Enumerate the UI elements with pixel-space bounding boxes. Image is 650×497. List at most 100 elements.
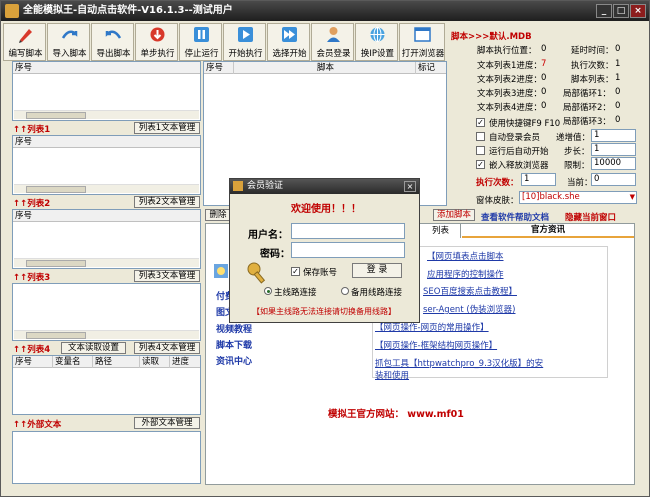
toolbar-label: 导入脚本 <box>52 49 87 59</box>
list0-hscrollbar[interactable] <box>14 110 199 119</box>
link-news-center[interactable]: 资讯中心 <box>216 354 252 367</box>
stat-loop3-value: 0 <box>615 115 621 125</box>
current-label: 当前： <box>567 178 593 188</box>
save-account-checkbox[interactable]: ✓ <box>291 267 300 276</box>
list2-manage-button[interactable]: 列表2文本管理 <box>134 196 200 208</box>
increment-label: 递增值： <box>556 133 591 143</box>
skin-select[interactable]: [10]black.she ▼ <box>519 191 637 204</box>
scroll-thumb[interactable] <box>26 186 86 193</box>
username-input[interactable] <box>291 223 405 239</box>
script-table-header: 序号 脚本 标记 <box>204 62 446 74</box>
col-index: 序号 <box>13 356 53 368</box>
start-button[interactable]: 开始执行 <box>223 23 266 61</box>
main-route-radio[interactable] <box>264 287 272 295</box>
dialog-close-button[interactable]: × <box>404 181 416 192</box>
step-label: 步长： <box>564 147 590 157</box>
login-button[interactable]: 登 录 <box>352 263 402 278</box>
external-text-pane[interactable] <box>12 431 201 484</box>
main-window: 全能模拟王-自动点击软件-V16.1.3--测试用户 _ □ × 编写脚本 导入… <box>0 0 650 497</box>
stop-button[interactable]: 停止运行 <box>179 23 222 61</box>
toolbar-label: 开始执行 <box>228 49 263 59</box>
backup-route-label: 备用线路连接 <box>351 288 403 298</box>
open-browser-button[interactable]: 打开浏览器 <box>399 23 445 61</box>
news-item[interactable]: 应用程序的控制操作 <box>427 268 504 280</box>
link-script-download[interactable]: 脚本下载 <box>216 338 252 351</box>
backup-route-radio[interactable] <box>341 287 349 295</box>
password-input[interactable] <box>291 242 405 258</box>
scroll-thumb[interactable] <box>26 332 86 339</box>
script-col-mark: 标记 <box>418 63 436 73</box>
dialog-title: 会员验证 <box>247 181 284 191</box>
list3-pane[interactable] <box>12 283 201 341</box>
member-login-button[interactable]: 会员登录 <box>311 23 354 61</box>
variable-pane[interactable]: 序号 变量名 路径 读取 进度 <box>12 355 201 415</box>
news-item[interactable]: 抓包工具【httpwatchpro_9.3汉化版】的安装和使用 <box>375 357 545 381</box>
list1-pane[interactable]: 序号 <box>12 135 201 195</box>
hotkey-checkbox[interactable]: ✓ <box>476 118 485 127</box>
increment-input[interactable]: 1 <box>591 129 636 142</box>
official-site-text[interactable]: 模拟王官方网站： www.mf01 <box>328 406 464 420</box>
stat-script-list-label: 脚本列表： <box>571 75 614 85</box>
tab-list[interactable]: 列表 <box>421 224 461 238</box>
embed-browser-checkbox[interactable]: ✓ <box>476 160 485 169</box>
step-run-button[interactable]: 单步执行 <box>135 23 178 61</box>
close-button[interactable]: × <box>630 4 646 18</box>
scroll-thumb[interactable] <box>26 260 86 267</box>
write-script-button[interactable]: 编写脚本 <box>3 23 46 61</box>
step-input[interactable]: 1 <box>591 143 636 156</box>
list4-manage-button[interactable]: 列表4文本管理 <box>134 342 200 354</box>
stat-exec-position-value: 0 <box>541 44 547 54</box>
toolbar-label: 停止运行 <box>184 49 219 59</box>
script-file-name: 脚本>>>默认.MDB <box>451 32 532 42</box>
toolbar-label: 换IP设置 <box>360 49 395 59</box>
export-script-button[interactable]: 导出脚本 <box>91 23 134 61</box>
auto-start-checkbox[interactable] <box>476 146 485 155</box>
password-label: 密码： <box>260 249 290 260</box>
list2-hscrollbar[interactable] <box>14 258 199 267</box>
import-script-button[interactable]: 导入脚本 <box>47 23 90 61</box>
delete-button[interactable]: 删除 <box>205 209 231 221</box>
list3-label: ↑↑列表3 <box>13 273 51 283</box>
list1-header: 序号 <box>13 136 200 148</box>
script-col-index: 序号 <box>204 62 234 74</box>
hide-window-link[interactable]: 隐藏当前窗口 <box>565 211 616 223</box>
skin-select-value: [10]black.she <box>522 192 580 202</box>
link-video-tutorial[interactable]: 视频教程 <box>216 322 252 335</box>
minimize-button[interactable]: _ <box>596 4 612 18</box>
tab-official-news[interactable]: 官方资讯 <box>462 224 634 238</box>
stat-loop3-label: 局部循环3： <box>563 117 611 127</box>
list1-manage-button[interactable]: 列表1文本管理 <box>134 122 200 134</box>
list1-hscrollbar[interactable] <box>14 184 199 193</box>
limit-input[interactable]: 10000 <box>591 157 636 170</box>
stat-loop2-label: 局部循环2： <box>563 103 611 113</box>
current-input[interactable]: 0 <box>591 173 636 186</box>
list2-pane[interactable]: 序号 <box>12 209 201 269</box>
maximize-button[interactable]: □ <box>613 4 629 18</box>
exec-count-input[interactable]: 1 <box>521 173 556 186</box>
list3-manage-button[interactable]: 列表3文本管理 <box>134 270 200 282</box>
toolbar: 编写脚本 导入脚本 导出脚本 单步执行 停止运行 开始执行 选择开始 会员登录 <box>3 23 447 61</box>
exec-count-label: 执行次数： <box>476 178 519 188</box>
help-doc-link[interactable]: 查看软件帮助文档 <box>481 211 549 223</box>
select-start-button[interactable]: 选择开始 <box>267 23 310 61</box>
external-text-manage-button[interactable]: 外部文本管理 <box>134 417 200 429</box>
stat-exec-count-label: 执行次数： <box>571 61 614 71</box>
auto-start-label: 运行后自动开始 <box>489 147 549 157</box>
username-label: 用户名： <box>248 230 288 241</box>
list0-pane[interactable]: 序号 <box>12 61 201 121</box>
list0-header: 序号 <box>13 62 200 74</box>
ip-settings-button[interactable]: 换IP设置 <box>355 23 398 61</box>
col-var-name: 变量名 <box>53 356 93 368</box>
add-script-button[interactable]: 添加脚本 <box>433 209 475 221</box>
script-col-script: 脚本 <box>234 62 416 74</box>
fast-forward-icon <box>282 27 297 42</box>
news-item[interactable]: 【网页操作-框架结构网页操作】 <box>375 339 497 351</box>
list3-hscrollbar[interactable] <box>14 330 199 339</box>
news-item[interactable]: SEO百度搜索点击教程】 <box>423 285 517 297</box>
auto-login-checkbox[interactable] <box>476 132 485 141</box>
skin-label: 窗体皮肤： <box>476 196 519 206</box>
scroll-thumb[interactable] <box>26 112 86 119</box>
news-item[interactable]: 【网页填表点击脚本 <box>427 250 504 262</box>
news-item[interactable]: ser-Agent (伪装浏览器) <box>423 303 515 315</box>
text-read-settings-button[interactable]: 文本读取设置 <box>61 342 126 354</box>
